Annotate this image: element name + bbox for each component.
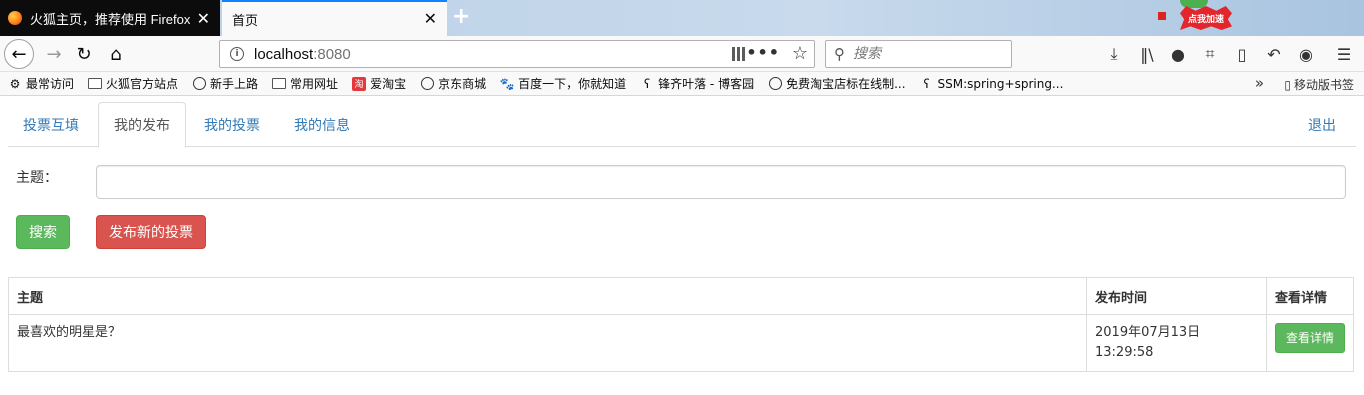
bookmark-getting-started[interactable]: 新手上路 xyxy=(192,75,258,92)
row-subject: 最喜欢的明星是？ xyxy=(8,314,1087,372)
bookmark-label: 京东商城 xyxy=(438,77,487,91)
bookmark-ssm[interactable]: ʕ SSM:spring+spring... xyxy=(920,76,1064,91)
bookmark-label: 常用网址 xyxy=(290,77,339,91)
app-nav-tabs: 投票互填 我的发布 我的投票 我的信息 退出 xyxy=(8,102,1356,148)
tab-title: 火狐主页，推荐使用 Firefox 火狐 xyxy=(30,11,190,27)
url-bar[interactable]: i localhost:8080 ••• ☆ xyxy=(219,40,815,68)
close-icon[interactable]: ✕ xyxy=(197,9,210,28)
bookmark-taobao-logo-maker[interactable]: 免费淘宝店标在线制... xyxy=(768,75,906,92)
header-detail: 查看详情 xyxy=(1266,277,1354,315)
bookmark-common-sites[interactable]: 常用网址 xyxy=(272,75,338,92)
mobile-bookmarks[interactable]: ▯ 移动版书签 xyxy=(1284,76,1354,93)
firefox-icon xyxy=(8,11,22,25)
tab-my-votes[interactable]: 我的投票 xyxy=(189,102,275,147)
bookmark-label: 免费淘宝店标在线制... xyxy=(786,77,906,91)
table-header-row: 主题 发布时间 查看详情 xyxy=(8,277,1354,315)
search-bar[interactable]: ⚲ xyxy=(825,40,1012,68)
url-text[interactable]: localhost:8080 xyxy=(254,46,351,63)
globe-icon xyxy=(192,77,206,91)
search-icon: ⚲ xyxy=(834,45,845,63)
bookmark-baidu[interactable]: 🐾 百度一下，你就知道 xyxy=(500,75,626,92)
bookmark-firefox-official[interactable]: 火狐官方站点 xyxy=(88,75,178,92)
url-port: :8080 xyxy=(313,45,351,63)
row-publish-time: 2019年07月13日 13:29:58 xyxy=(1086,314,1267,372)
tab-strip: 火狐主页，推荐使用 Firefox 火狐 ✕ 首页 ✕ + 点我加速 xyxy=(0,0,1364,36)
bookmarks-bar: ⚙ 最常访问 火狐官方站点 新手上路 常用网址 淘 爱淘宝 京东商城 🐾 百度一… xyxy=(0,72,1364,96)
bookmark-label: 最常访问 xyxy=(26,77,75,91)
new-tab-icon[interactable]: + xyxy=(452,4,470,29)
view-detail-button[interactable]: 查看详情 xyxy=(1275,323,1345,353)
search-input[interactable] xyxy=(853,46,993,62)
row-detail-cell: 查看详情 xyxy=(1266,314,1354,372)
taobao-icon: 淘 xyxy=(352,76,367,91)
bookmark-label: 锋齐叶落 - 博客园 xyxy=(658,77,755,91)
speed-up-badge[interactable]: 点我加速 xyxy=(1180,6,1232,30)
table-row: 最喜欢的明星是？ 2019年07月13日 13:29:58 查看详情 xyxy=(8,314,1354,372)
logout-link[interactable]: 退出 xyxy=(1308,102,1336,147)
tab-my-posts[interactable]: 我的发布 xyxy=(98,102,186,148)
reload-icon[interactable]: ↻ xyxy=(70,40,98,68)
close-icon[interactable]: ✕ xyxy=(424,9,437,28)
search-button[interactable]: 搜索 xyxy=(16,215,70,249)
subject-label: 主题： xyxy=(16,170,58,186)
more-actions-icon[interactable]: ••• xyxy=(746,43,780,62)
info-icon[interactable]: i xyxy=(230,47,244,61)
sidebar-icon[interactable]: ▯ xyxy=(1232,44,1252,64)
forward-icon[interactable]: → xyxy=(40,40,68,68)
globe-icon xyxy=(420,77,434,91)
bookmark-label: 百度一下，你就知道 xyxy=(518,77,627,91)
bookmark-label: SSM:spring+spring... xyxy=(937,76,1064,91)
url-host: localhost xyxy=(254,45,314,63)
home-icon[interactable]: ⌂ xyxy=(102,40,130,68)
mobile-bookmarks-label: 移动版书签 xyxy=(1293,78,1354,92)
publish-vote-button[interactable]: 发布新的投票 xyxy=(96,215,206,249)
bookmark-most-visited[interactable]: ⚙ 最常访问 xyxy=(8,75,74,92)
navigation-toolbar: ← → ↻ ⌂ i localhost:8080 ••• ☆ ⚲ ⤓ ‖\ ● … xyxy=(0,36,1364,72)
folder-icon xyxy=(272,77,287,91)
bookmark-cnblogs[interactable]: ʕ 锋齐叶落 - 博客园 xyxy=(640,75,754,92)
globe-icon xyxy=(768,77,782,91)
bookmark-icon: ʕ xyxy=(644,76,651,91)
tab-my-info[interactable]: 我的信息 xyxy=(279,102,365,147)
browser-tab-firefox-home[interactable]: 火狐主页，推荐使用 Firefox 火狐 ✕ xyxy=(0,0,220,36)
bookmark-label: 新手上路 xyxy=(210,77,259,91)
bookmark-label: 爱淘宝 xyxy=(370,77,407,91)
crop-icon[interactable]: ⌗ xyxy=(1200,44,1220,64)
menu-icon[interactable]: ☰ xyxy=(1334,44,1354,64)
account-icon[interactable]: ◉ xyxy=(1296,44,1316,64)
folder-icon xyxy=(88,77,103,91)
bookmark-label: 火狐官方站点 xyxy=(106,77,179,91)
bookmark-star-icon[interactable]: ☆ xyxy=(792,43,808,64)
baidu-icon: 🐾 xyxy=(499,76,515,91)
flag-icon xyxy=(1158,12,1166,20)
back-icon[interactable]: ← xyxy=(4,39,34,69)
bookmark-icon: ʕ xyxy=(923,76,930,91)
library-icon[interactable]: ‖\ xyxy=(1137,44,1157,64)
qr-code-icon[interactable] xyxy=(732,47,746,61)
decoration-leaf xyxy=(1180,0,1208,8)
header-publish-time: 发布时间 xyxy=(1086,277,1267,315)
vote-table: 主题 发布时间 查看详情 最喜欢的明星是？ 2019年07月13日 13:29:… xyxy=(8,277,1354,372)
tab-vote-exchange[interactable]: 投票互填 xyxy=(8,102,94,147)
undo-icon[interactable]: ↶ xyxy=(1264,44,1284,64)
browser-tab-home[interactable]: 首页 ✕ xyxy=(222,0,447,36)
download-icon[interactable]: ⤓ xyxy=(1104,44,1124,64)
bookmark-jd[interactable]: 京东商城 xyxy=(420,75,486,92)
tab-title: 首页 xyxy=(232,12,259,28)
chat-icon[interactable]: ● xyxy=(1168,44,1188,64)
chevron-right-icon[interactable]: » xyxy=(1255,74,1264,92)
phone-icon: ▯ xyxy=(1284,77,1291,92)
gear-icon: ⚙ xyxy=(9,76,21,91)
subject-input[interactable] xyxy=(96,165,1346,199)
header-subject: 主题 xyxy=(8,277,1087,315)
page-content: 投票互填 我的发布 我的投票 我的信息 退出 主题： 搜索 发布新的投票 主题 … xyxy=(0,97,1364,395)
bookmark-aitaobao[interactable]: 淘 爱淘宝 xyxy=(352,75,406,92)
